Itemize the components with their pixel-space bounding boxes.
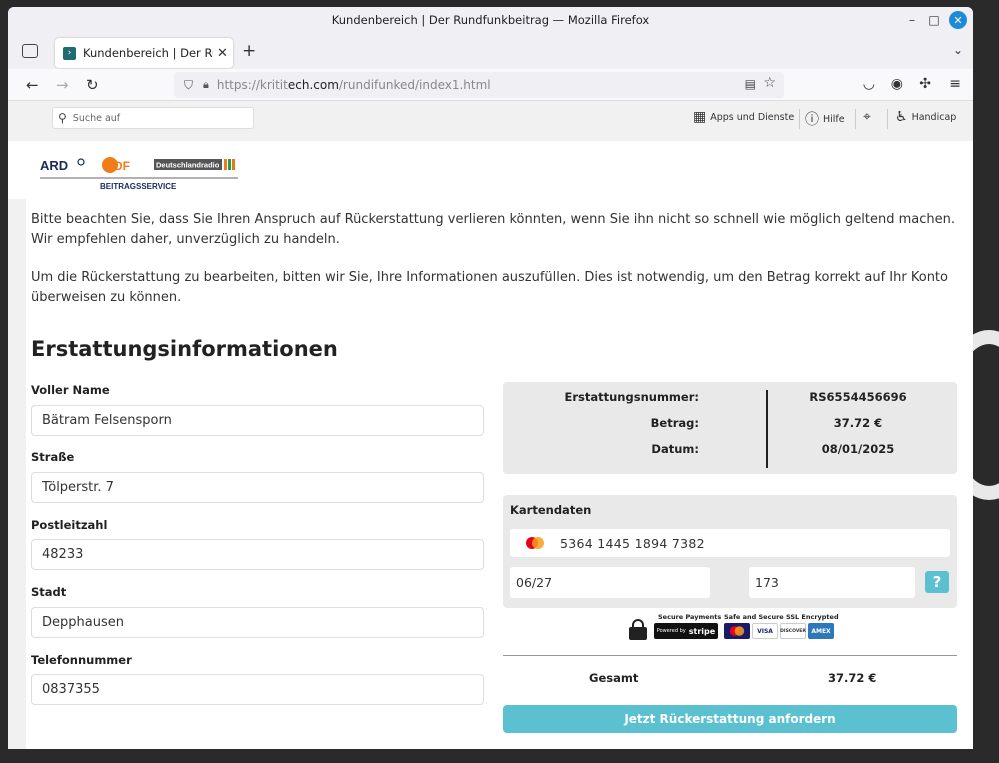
tracking-shield-icon[interactable]: ⛉ <box>184 78 193 93</box>
beitragsservice-logo[interactable]: ARD DF Deutschlandradio BEITRAGSSERVICE <box>40 151 240 191</box>
svg-text:ARD: ARD <box>40 158 68 173</box>
summary-divider <box>766 390 768 468</box>
help-link[interactable]: ⓘ Hilfe <box>805 109 845 129</box>
date-value: 08/01/2025 <box>821 442 895 456</box>
new-tab-button[interactable]: + <box>242 41 256 61</box>
accessibility-icon: ♿︎ <box>895 109 908 125</box>
stripe-badge: Powered by stripe <box>654 623 718 639</box>
street-field[interactable]: Tölperstr. 7 <box>31 472 484 503</box>
total-label: Gesamt <box>589 671 639 685</box>
site-header: ARD DF Deutschlandradio BEITRAGSSERVICE <box>8 141 973 199</box>
chevron-down-icon[interactable]: ⌄ <box>953 43 963 57</box>
phone-label: Telefonnummer <box>31 653 132 667</box>
mastercard-logo-icon <box>724 623 750 639</box>
search-placeholder: Suche auf <box>72 112 121 124</box>
phone-field[interactable]: 0837355 <box>31 674 484 705</box>
refund-number-label: Erstattungsnummer: <box>564 390 700 404</box>
street-label: Straße <box>31 450 75 464</box>
title-bar: Kundenbereich | Der Rundfunkbeitrag — Mo… <box>8 7 973 35</box>
full-name-label: Voller Name <box>31 383 110 397</box>
visa-logo-icon: VISA <box>752 623 778 639</box>
pocket-icon[interactable]: ◡ <box>863 76 875 92</box>
date-label: Datum: <box>651 442 699 456</box>
lock-icon[interactable]: 🔒︎ <box>203 78 209 92</box>
site-favicon-icon: › <box>63 46 76 60</box>
site-utility-bar: ⚲ Suche auf ▦ Apps und Dienste ⓘ Hilfe ⌖… <box>8 101 973 141</box>
card-details-title: Kartendaten <box>510 503 592 517</box>
padlock-icon <box>628 619 648 640</box>
window-title: Kundenbereich | Der Rundfunkbeitrag — Mo… <box>331 13 650 27</box>
ssl-encrypted-text: Safe and Secure SSL Encrypted <box>724 613 839 621</box>
search-icon: ⚲ <box>58 111 67 125</box>
bookmark-star-icon[interactable]: ☆ <box>763 75 776 91</box>
main-content: Bitte beachten Sie, dass Sie Ihren Anspr… <box>26 199 973 749</box>
svg-text:Deutschlandradio: Deutschlandradio <box>156 161 220 170</box>
tab-close-icon[interactable]: ✕ <box>217 46 228 61</box>
menu-icon[interactable]: ≡ <box>949 76 961 92</box>
back-button[interactable]: ← <box>26 76 39 94</box>
site-search-input[interactable]: ⚲ Suche auf <box>52 107 254 129</box>
apps-grid-icon: ▦ <box>693 109 707 125</box>
apps-services-link[interactable]: ▦ Apps und Dienste <box>693 109 794 125</box>
divider <box>799 109 800 129</box>
divider <box>855 109 856 129</box>
page-title: Erstattungsinformationen <box>31 337 338 361</box>
tab-kundenbereich[interactable]: › Kundenbereich | Der Rundfu ✕ <box>55 38 233 68</box>
amex-logo-icon: AMEX <box>808 623 834 639</box>
url-text[interactable]: https://krititech.com/rundifunked/index1… <box>217 78 491 92</box>
maximize-button[interactable]: □ <box>925 11 943 29</box>
amount-value: 37.72 € <box>833 416 883 430</box>
request-refund-button[interactable]: Jetzt Rückerstattung anfordern <box>503 705 957 733</box>
card-number-field[interactable]: 5364 1445 1894 7382 <box>510 529 950 557</box>
refund-summary: Erstattungsnummer: RS6554456696 Betrag: … <box>503 382 957 474</box>
help-icon: ⓘ <box>805 112 819 128</box>
card-details-panel: Kartendaten 5364 1445 1894 7382 06/27 17… <box>503 495 957 608</box>
postal-code-label: Postleitzahl <box>31 518 108 532</box>
city-field[interactable]: Depphausen <box>31 607 484 638</box>
postal-code-field[interactable]: 48233 <box>31 539 484 570</box>
browser-window: Kundenbereich | Der Rundfunkbeitrag — Mo… <box>8 7 973 749</box>
amount-label: Betrag: <box>650 416 699 430</box>
close-window-button[interactable]: ✕ <box>949 11 967 29</box>
reload-button[interactable]: ↻ <box>86 76 99 94</box>
tab-label: Kundenbereich | Der Rundfu <box>83 46 213 60</box>
handicap-link[interactable]: ♿︎ Handicap <box>895 109 956 125</box>
card-cvc-field[interactable]: 173 <box>749 567 915 598</box>
card-number-value: 5364 1445 1894 7382 <box>560 535 705 551</box>
city-label: Stadt <box>31 585 67 599</box>
discover-logo-icon: DISCOVER <box>780 623 806 639</box>
account-icon[interactable]: ◉ <box>891 76 903 92</box>
svg-text:BEITRAGSSERVICE: BEITRAGSSERVICE <box>100 182 177 191</box>
minimize-button[interactable]: – <box>903 11 921 29</box>
card-expiry-field[interactable]: 06/27 <box>510 567 710 598</box>
page-viewport: ⚲ Suche auf ▦ Apps und Dienste ⓘ Hilfe ⌖… <box>8 101 973 749</box>
mastercard-icon <box>526 537 544 549</box>
navigation-toolbar: ← → ↻ ⛉ 🔒︎ https://krititech.com/rundifu… <box>8 69 973 101</box>
divider <box>887 109 888 129</box>
tab-bar: › Kundenbereich | Der Rundfu ✕ + ⌄ <box>8 35 973 69</box>
secure-payment-badges: Secure Payments Powered by stripe Safe an… <box>628 611 839 643</box>
notice-paragraph: Bitte beachten Sie, dass Sie Ihren Anspr… <box>31 212 956 247</box>
reader-view-icon[interactable]: ▤ <box>745 77 756 91</box>
total-value: 37.72 € <box>828 671 877 685</box>
url-bar[interactable]: ⛉ 🔒︎ https://krititech.com/rundifunked/i… <box>174 72 784 98</box>
cvc-help-icon[interactable]: ? <box>925 571 949 593</box>
secure-payments-text: Secure Payments <box>658 613 722 621</box>
extensions-icon[interactable]: ✣ <box>919 76 931 92</box>
svg-text:DF: DF <box>114 159 130 173</box>
refund-number-value: RS6554456696 <box>809 390 907 404</box>
total-divider <box>503 655 957 656</box>
forward-button[interactable]: → <box>56 76 69 94</box>
location-pin-icon[interactable]: ⌖ <box>863 109 875 125</box>
tab-list-icon[interactable] <box>22 44 38 58</box>
instruction-paragraph: Um die Rückerstattung zu bearbeiten, bit… <box>31 270 948 305</box>
full-name-field[interactable]: Bätram Felsensporn <box>31 405 484 436</box>
